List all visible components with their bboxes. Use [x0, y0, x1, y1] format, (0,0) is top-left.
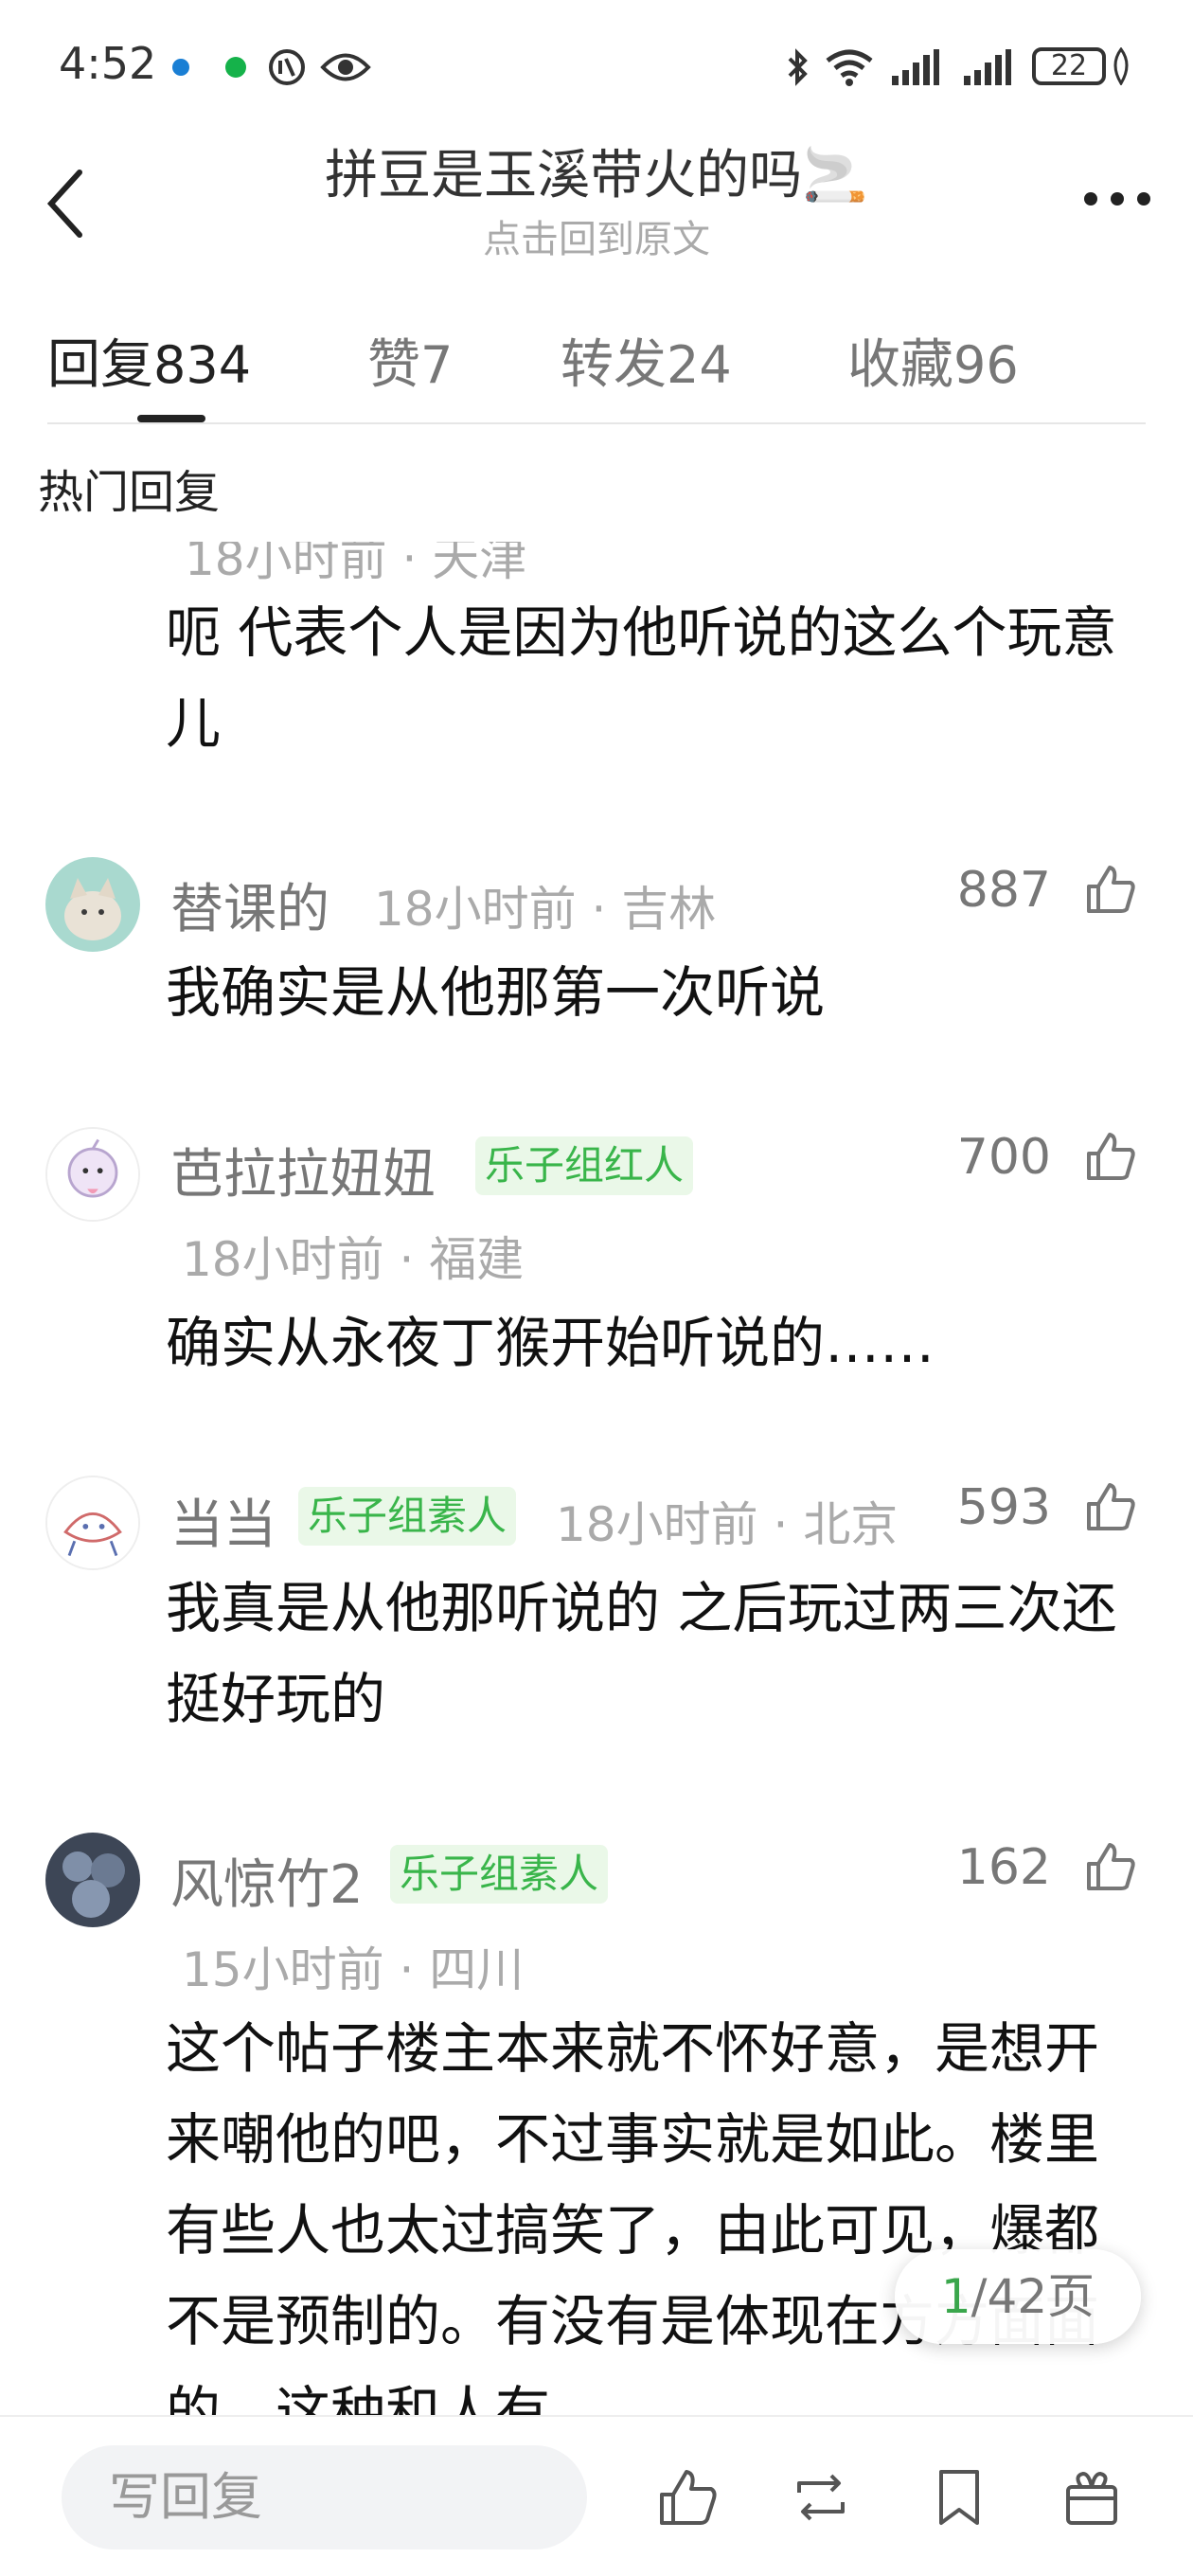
tab-favorites[interactable]: 收藏96 [847, 322, 1019, 399]
like-post-icon[interactable] [656, 2466, 719, 2529]
tab-label: 赞 [367, 334, 420, 396]
status-time: 4:52 [59, 38, 157, 89]
post-title[interactable]: 拼豆是玉溪带火的吗🚬 [0, 133, 1193, 209]
wechat-notification-icon [225, 57, 246, 78]
tab-count: 7 [420, 335, 454, 395]
comment-meta: 18小时前 · 福建 [182, 1232, 525, 1287]
battery-indicator: 22 [1032, 47, 1106, 85]
header: 拼豆是玉溪带火的吗🚬 点击回到原文 [0, 133, 1193, 275]
like-count: 593 [956, 1479, 1051, 1536]
tab-label: 收藏 [847, 334, 953, 396]
comment-meta: 18小时前 · 北京 [556, 1497, 899, 1552]
avatar[interactable] [45, 1476, 140, 1570]
username[interactable]: 当当 [170, 1482, 276, 1559]
thumbs-up-icon[interactable] [1085, 1481, 1136, 1532]
comment-meta: 18小时前 · 吉林 [374, 882, 717, 937]
current-page: 1 [940, 2269, 971, 2324]
bookmark-icon[interactable] [928, 2466, 990, 2529]
active-tab-indicator [137, 415, 205, 422]
back-to-original-link[interactable]: 点击回到原文 [0, 208, 1193, 263]
comment-text: 这个帖子楼主本来就不怀好意，是想开来嘲他的吧，不过事实就是如此。楼里有些人也太过… [166, 2016, 1100, 2415]
gift-icon[interactable] [1060, 2466, 1123, 2529]
tab-count: 96 [953, 335, 1019, 395]
like-count: 162 [956, 1839, 1051, 1896]
signal-strength-icon [892, 49, 939, 85]
avatar[interactable] [45, 857, 140, 952]
comment-meta: 15小时前 · 四川 [182, 1942, 525, 1997]
eye-icon [320, 53, 371, 81]
username[interactable]: 芭拉拉妞妞 [170, 1132, 436, 1208]
comment-text: 我确实是从他那第一次听说 [166, 960, 826, 1025]
like-count: 887 [956, 862, 1051, 919]
reply-input[interactable]: 写回复 [62, 2445, 587, 2549]
comment-text: 我真是从他那听说的 之后玩过两三次还挺好玩的 [166, 1576, 1117, 1731]
cartoon-avatar-icon [47, 1129, 138, 1220]
tab-reposts[interactable]: 转发24 [561, 322, 732, 399]
thumbs-up-icon[interactable] [1085, 864, 1136, 915]
wifi-icon [826, 49, 873, 86]
username[interactable]: 风惊竹2 [170, 1842, 364, 1919]
user-badge: 乐子组素人 [298, 1487, 517, 1546]
tab-label: 回复 [47, 334, 153, 396]
hot-replies-label: 热门回复 [38, 466, 221, 519]
photo-avatar-icon [45, 1833, 140, 1927]
status-bar: 4:52 22 [0, 0, 1193, 133]
signal-strength-icon-2 [964, 49, 1011, 85]
user-badge: 乐子组红人 [475, 1136, 694, 1195]
comment-text: 呃 代表个人是因为他听说的这么个玩意儿 [166, 600, 1117, 756]
comment-meta: 18小时前 · 天津 [185, 531, 527, 586]
sketch-avatar-icon [47, 1477, 138, 1568]
tab-count: 834 [153, 335, 252, 395]
bottom-bar: 写回复 [0, 2415, 1193, 2576]
notification-dot-icon [172, 59, 189, 76]
tab-count: 24 [667, 335, 732, 395]
more-options-icon[interactable] [1079, 180, 1155, 218]
tab-divider [47, 422, 1146, 424]
bluetooth-icon [788, 48, 808, 86]
leaf-icon [1113, 47, 1129, 85]
repost-icon[interactable] [790, 2466, 852, 2529]
tab-likes[interactable]: 赞7 [367, 322, 453, 399]
cat-avatar-icon [45, 857, 140, 952]
app-notification-icon [269, 49, 305, 85]
total-pages: /42页 [970, 2269, 1095, 2324]
thumbs-up-icon[interactable] [1085, 1841, 1136, 1892]
avatar[interactable] [45, 1833, 140, 1927]
user-badge: 乐子组素人 [390, 1845, 609, 1904]
thumbs-up-icon[interactable] [1085, 1131, 1136, 1182]
app-screen: 4:52 22 拼豆是玉溪带火的吗🚬 点击回到原文 回复834 赞7 转发24 … [0, 0, 1193, 2576]
like-count: 700 [956, 1129, 1051, 1186]
tab-bar: 回复834 赞7 转发24 收藏96 [0, 313, 1193, 426]
tab-replies[interactable]: 回复834 [47, 322, 251, 399]
tab-label: 转发 [561, 334, 667, 396]
username[interactable]: 替课的 [170, 867, 329, 943]
comment-text: 确实从永夜丁猴开始听说的…… [166, 1311, 935, 1375]
page-indicator[interactable]: 1/42页 [895, 2249, 1141, 2344]
avatar[interactable] [45, 1127, 140, 1222]
